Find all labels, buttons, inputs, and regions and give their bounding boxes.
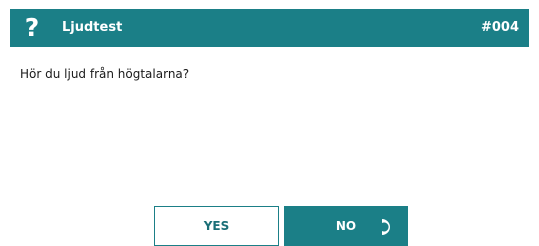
title-bar: ? Ljudtest #004 bbox=[10, 9, 529, 47]
dialog-title: Ljudtest bbox=[62, 20, 123, 35]
yes-button[interactable]: YES bbox=[154, 206, 279, 246]
yes-button-label: YES bbox=[203, 219, 230, 233]
loading-spinner-icon bbox=[382, 219, 390, 235]
no-button[interactable]: NO bbox=[284, 206, 408, 246]
no-button-label: NO bbox=[335, 219, 357, 233]
question-text: Hör du ljud från högtalarna? bbox=[20, 67, 190, 81]
dialog-code: #004 bbox=[480, 20, 519, 35]
question-icon: ? bbox=[24, 13, 40, 42]
